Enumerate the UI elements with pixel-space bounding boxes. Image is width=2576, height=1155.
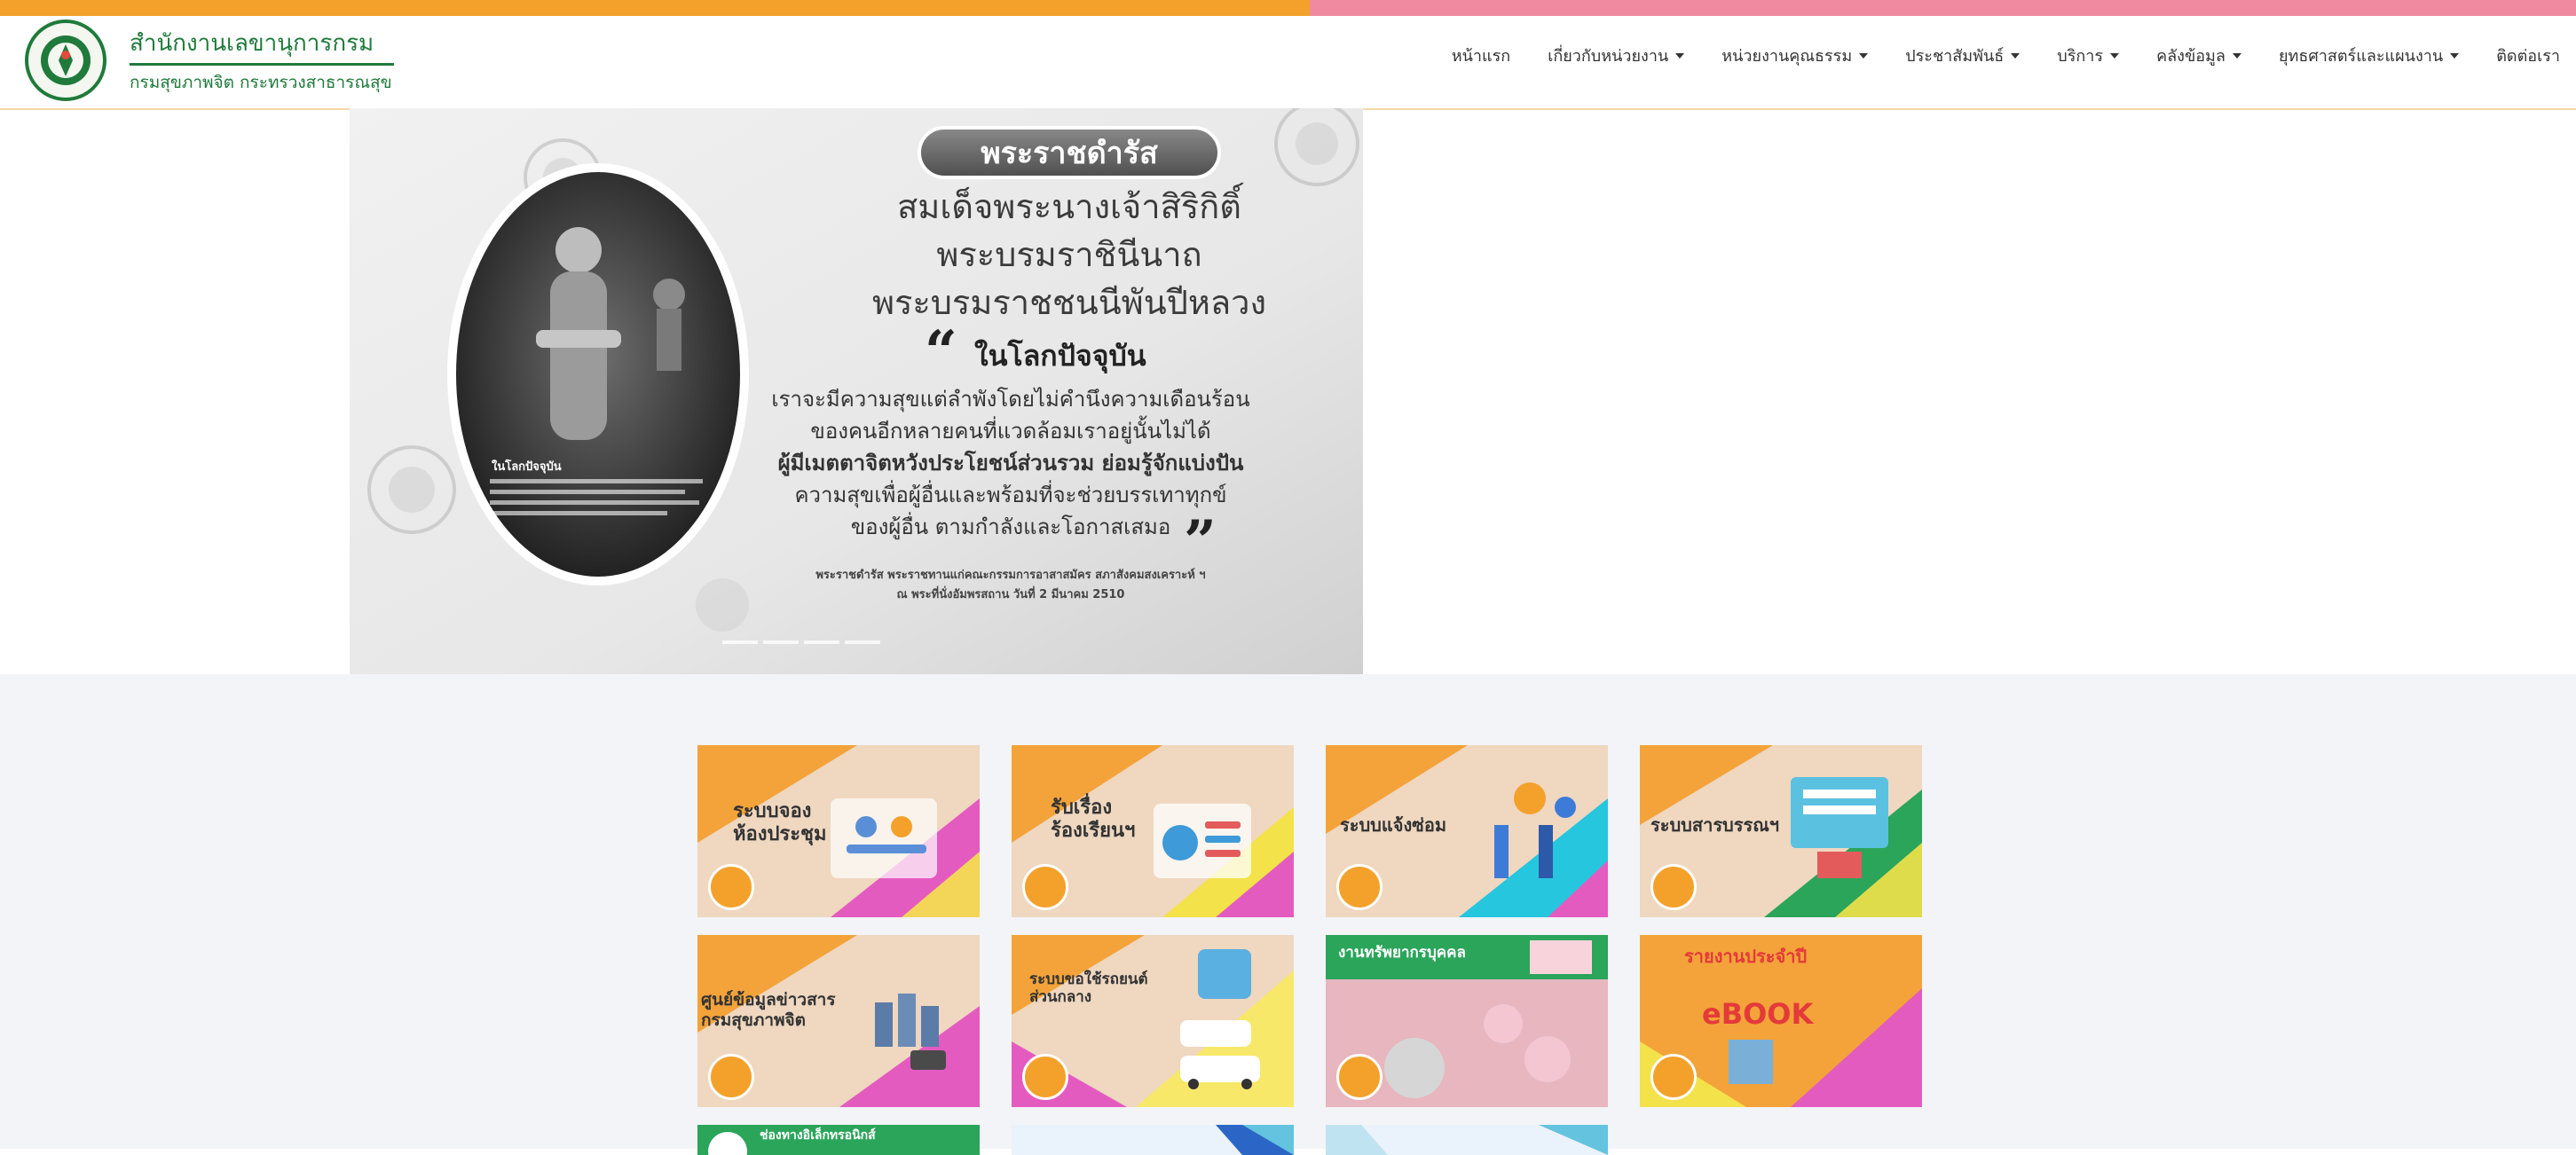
quote-heading: ในโลกปัจจุบัน xyxy=(974,339,1146,374)
hero-banner[interactable]: ในโลกปัจจุบัน พระราชดำรัส สมเด็จพระนางเจ… xyxy=(350,108,1363,674)
tile-report-label: รายงานประจำปี xyxy=(1684,946,1808,967)
top-accent-bar xyxy=(0,0,2576,16)
quote-badge-label: พระราชดำรัส xyxy=(981,136,1158,171)
tile-info-label: ศูนย์ข้อมูลข่าวสาร กรมสุขภาพจิต xyxy=(701,990,836,1030)
top-accent-pink xyxy=(1310,0,2576,16)
chevron-down-icon xyxy=(1859,52,1869,59)
banner-artwork: ในโลกปัจจุบัน พระราชดำรัส สมเด็จพระนางเจ… xyxy=(350,108,1363,674)
tile-document-label: ระบบสารบรรณฯ xyxy=(1650,814,1780,836)
tile-human-resources[interactable]: งานทรัพยากรบุคคล xyxy=(1326,935,1608,1107)
main-nav: หน้าแรก เกี่ยวกับหน่วยงาน หน่วยงานคุณธรร… xyxy=(1414,43,2560,68)
mascot-icon xyxy=(1650,1054,1697,1100)
mascot-icon xyxy=(708,1054,754,1100)
logo-emblem-icon xyxy=(41,35,91,85)
tile-e-channel[interactable]: ช่องทางอิเล็กทรอนิกส์ xyxy=(697,1125,980,1155)
nav-data[interactable]: คลังข้อมูล xyxy=(2156,43,2241,68)
site-header: สำนักงานเลขานุการกรม กรมสุขภาพจิต กระทรว… xyxy=(0,16,2576,110)
top-accent-orange xyxy=(0,0,1310,16)
nav-home[interactable]: หน้าแรก xyxy=(1452,43,1510,68)
quote-source-line2: ณ พระที่นั่งอัมพรสถาน วันที่ 2 มีนาคม 25… xyxy=(897,585,1125,601)
tile-row3-2-background xyxy=(1012,1125,1294,1155)
chevron-down-icon xyxy=(2232,52,2241,59)
mascot-icon xyxy=(1022,864,1068,910)
brand-divider xyxy=(130,62,394,66)
quote-line3: ผู้มีเมตตาจิตหวังประโยชน์ส่วนรวม ย่อมรู้… xyxy=(778,450,1244,476)
nav-integrity[interactable]: หน่วยงานคุณธรรม xyxy=(1721,43,1869,68)
royal-title-line2: พระบรมราชินีนาถ xyxy=(936,235,1201,274)
close-quote-icon: ” xyxy=(1184,508,1217,575)
portrait-caption: ในโลกปัจจุบัน xyxy=(492,459,562,474)
ebook-logo-icon: eBOOK xyxy=(1702,997,1815,1031)
quote-source-line1: พระราชดำรัส พระราชทานแก่คณะกรรมการอาสาสม… xyxy=(815,568,1205,582)
nav-strategy[interactable]: ยุทธศาสตร์และแผนงาน xyxy=(2279,43,2460,68)
chevron-down-icon xyxy=(1675,52,1685,59)
tile-vehicle-request[interactable]: ระบบขอใช้รถยนต์ ส่วนกลาง xyxy=(1012,935,1294,1107)
tile-repair-request[interactable]: ระบบแจ้งซ่อม xyxy=(1326,745,1608,917)
quote-line2: ของคนอีกหลายคนที่แวดล้อมเราอยู่นั้นไม่ได… xyxy=(810,415,1210,444)
mascot-icon xyxy=(1336,864,1383,910)
tile-row3-3[interactable] xyxy=(1326,1125,1608,1155)
tile-row3-2[interactable] xyxy=(1012,1125,1294,1155)
tile-complaints[interactable]: รับเรื่อง ร้องเรียนฯ xyxy=(1012,745,1294,917)
chevron-down-icon xyxy=(2450,52,2460,59)
tile-meeting-label: ระบบจอง ห้องประชุม xyxy=(733,800,827,846)
mascot-icon xyxy=(1650,864,1697,910)
mascot-icon xyxy=(1336,1054,1383,1100)
quote-line5: ของผู้อื่น ตามกำลังและโอกาสเสมอ xyxy=(851,512,1170,540)
org-name: สำนักงานเลขานุการกรม xyxy=(130,29,374,57)
royal-title-line3: พระบรมราชชนนีพันปีหลวง xyxy=(872,283,1266,322)
nav-about[interactable]: เกี่ยวกับหน่วยงาน xyxy=(1548,43,1685,68)
brand[interactable]: สำนักงานเลขานุการกรม กรมสุขภาพจิต กระทรว… xyxy=(25,20,394,101)
nav-pr[interactable]: ประชาสัมพันธ์ xyxy=(1905,43,2021,68)
tile-e-channel-label: ช่องทางอิเล็กทรอนิกส์ xyxy=(760,1128,876,1143)
org-subname: กรมสุขภาพจิต กระทรวงสาธารณสุข xyxy=(130,72,392,92)
royal-title-line1: สมเด็จพระนางเจ้าสิริกิติ์ xyxy=(897,182,1244,226)
quote-line4: ความสุขเพื่อผู้อื่นและพร้อมที่จะช่วยบรรเ… xyxy=(794,480,1226,508)
tile-repair-label: ระบบแจ้งซ่อม xyxy=(1340,814,1447,836)
mascot-icon xyxy=(1022,1054,1068,1100)
quote-line1: เราจะมีความสุขแต่ลำพังโดยไม่คำนึงความเดื… xyxy=(771,387,1249,412)
tile-hr-label: งานทรัพยากรบุคคล xyxy=(1338,944,1466,962)
tile-meeting-room-booking[interactable]: ระบบจอง ห้องประชุม xyxy=(697,745,980,917)
tile-vehicle-label: ระบบขอใช้รถยนต์ ส่วนกลาง xyxy=(1029,970,1148,1007)
tile-complaints-label: รับเรื่อง ร้องเรียนฯ xyxy=(1051,797,1136,843)
chevron-down-icon xyxy=(2011,52,2021,59)
department-logo-icon[interactable] xyxy=(25,20,106,101)
nav-services[interactable]: บริการ xyxy=(2057,43,2120,68)
mascot-icon xyxy=(708,864,754,910)
nav-contact[interactable]: ติดต่อเรา xyxy=(2496,43,2560,68)
tile-annual-report[interactable]: eBOOK รายงานประจำปี xyxy=(1640,935,1922,1107)
tile-info-center[interactable]: ศูนย์ข้อมูลข่าวสาร กรมสุขภาพจิต xyxy=(697,935,980,1107)
tile-row3-3-background xyxy=(1326,1125,1608,1155)
chevron-down-icon xyxy=(2110,52,2120,59)
tile-document-system[interactable]: ระบบสารบรรณฯ xyxy=(1640,745,1922,917)
open-quote-icon: “ xyxy=(925,318,957,385)
